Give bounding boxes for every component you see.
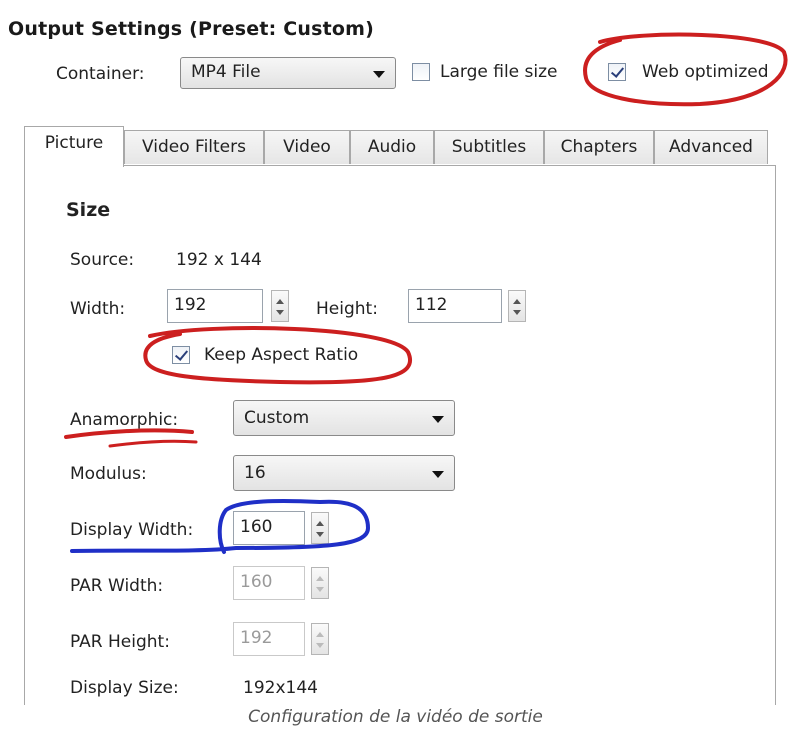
modulus-label: Modulus: xyxy=(70,464,147,484)
par-width-stepper[interactable] xyxy=(311,567,329,599)
chevron-down-icon xyxy=(373,71,385,78)
display-size-value: 192x144 xyxy=(243,678,318,698)
source-label: Source: xyxy=(70,250,135,270)
tab-strip: Picture Video Filters Video Audio Subtit… xyxy=(24,126,776,167)
figure-caption: Configuration de la vidéo de sortie xyxy=(248,707,543,727)
arrow-up-icon xyxy=(316,576,324,581)
web-optimized-checkbox[interactable] xyxy=(608,63,626,81)
arrow-down-icon xyxy=(276,310,284,315)
anamorphic-label: Anamorphic: xyxy=(70,410,179,430)
arrow-up-icon xyxy=(276,299,284,304)
arrow-down-icon xyxy=(316,532,324,537)
source-value: 192 x 144 xyxy=(176,250,262,270)
arrow-up-icon xyxy=(513,299,521,304)
chevron-down-icon xyxy=(432,416,444,423)
large-file-checkbox[interactable] xyxy=(412,63,430,81)
tab-advanced[interactable]: Advanced xyxy=(654,130,768,164)
height-stepper[interactable] xyxy=(508,290,526,322)
container-label: Container: xyxy=(56,64,145,84)
tab-chapters[interactable]: Chapters xyxy=(544,130,654,164)
width-stepper[interactable] xyxy=(271,290,289,322)
par-width-input[interactable]: 160 xyxy=(233,566,305,600)
container-select[interactable]: MP4 File xyxy=(180,57,396,89)
keep-aspect-checkbox[interactable] xyxy=(172,346,190,364)
par-width-label: PAR Width: xyxy=(70,576,164,596)
arrow-down-icon xyxy=(513,310,521,315)
par-height-input[interactable]: 192 xyxy=(233,622,305,656)
width-input[interactable]: 192 xyxy=(167,289,263,323)
par-height-label: PAR Height: xyxy=(70,632,170,652)
anamorphic-select[interactable]: Custom xyxy=(233,400,455,436)
section-title: Output Settings (Preset: Custom) xyxy=(8,18,375,40)
container-select-value: MP4 File xyxy=(191,62,261,82)
arrow-down-icon xyxy=(316,643,324,648)
display-width-label: Display Width: xyxy=(70,520,194,540)
chevron-down-icon xyxy=(432,471,444,478)
tab-video-filters[interactable]: Video Filters xyxy=(124,130,264,164)
display-width-input[interactable]: 160 xyxy=(233,511,305,545)
tab-video[interactable]: Video xyxy=(264,130,350,164)
tab-picture[interactable]: Picture xyxy=(24,126,124,167)
anamorphic-select-value: Custom xyxy=(244,408,310,428)
height-input[interactable]: 112 xyxy=(408,289,502,323)
web-optimized-label: Web optimized xyxy=(642,62,769,82)
display-size-label: Display Size: xyxy=(70,678,179,698)
size-heading: Size xyxy=(66,199,111,221)
arrow-up-icon xyxy=(316,521,324,526)
modulus-select[interactable]: 16 xyxy=(233,455,455,491)
par-height-stepper[interactable] xyxy=(311,623,329,655)
arrow-up-icon xyxy=(316,632,324,637)
display-width-stepper[interactable] xyxy=(311,512,329,544)
arrow-down-icon xyxy=(316,587,324,592)
large-file-label: Large file size xyxy=(440,62,558,82)
keep-aspect-label: Keep Aspect Ratio xyxy=(204,345,359,365)
modulus-select-value: 16 xyxy=(244,463,266,483)
tab-subtitles[interactable]: Subtitles xyxy=(434,130,544,164)
height-label: Height: xyxy=(316,299,378,319)
width-label: Width: xyxy=(70,299,126,319)
tab-audio[interactable]: Audio xyxy=(350,130,434,164)
